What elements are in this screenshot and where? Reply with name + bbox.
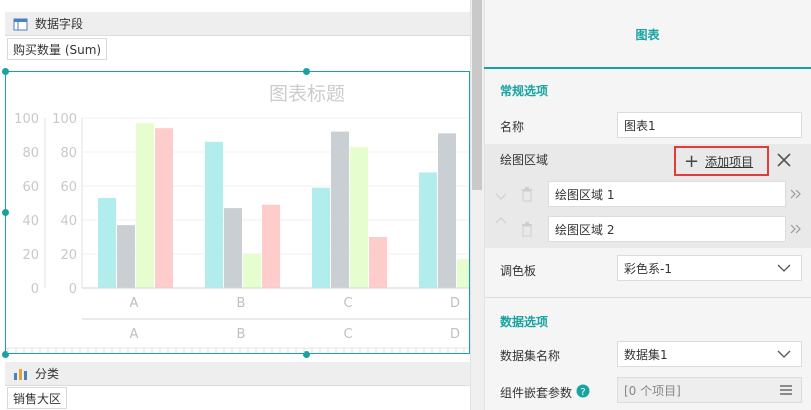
name-input[interactable]: 图表1 <box>617 112 802 138</box>
x-tick-label-top: C <box>343 296 352 311</box>
nested-params-value: [0 个项目] <box>624 383 681 398</box>
y-tick-label-outer: 60 <box>22 180 39 195</box>
bar-chart-icon <box>14 368 27 380</box>
bar <box>205 141 223 288</box>
nested-params-field[interactable]: [0 个项目] <box>617 377 802 403</box>
bar <box>117 225 135 288</box>
bar <box>419 172 437 288</box>
y-tick-label-inner: 100 <box>52 112 77 127</box>
name-label: 名称 <box>500 120 525 134</box>
bar <box>350 146 368 288</box>
bar <box>243 254 261 288</box>
plot-area-input-1[interactable]: 绘图区域 1 <box>548 181 786 207</box>
y-tick-label-outer: 80 <box>22 146 39 161</box>
plus-icon: + <box>684 150 700 172</box>
category-chip[interactable]: 销售大区 <box>7 387 68 409</box>
dataset-select[interactable]: 数据集1 <box>617 341 802 367</box>
x-tick-label-bottom: A <box>130 327 139 342</box>
bar <box>224 208 242 288</box>
palette-select[interactable]: 彩色系-1 <box>617 255 802 281</box>
section-divider <box>485 297 811 298</box>
y-tick-label-inner: 0 <box>69 282 77 297</box>
y-tick-label-outer: 40 <box>22 214 39 229</box>
svg-text:?: ? <box>580 387 585 398</box>
nested-params-label: 组件嵌套参数 <box>500 386 573 400</box>
bar-chart[interactable]: 图表标题 0 20 40 60 80 100 0 20 40 60 80 100 A B C D A B C D <box>6 72 469 353</box>
x-tick-label-bottom: D <box>450 327 460 342</box>
help-icon[interactable]: ? <box>576 384 590 398</box>
tab-chart[interactable]: 图表 <box>484 26 811 43</box>
chart-title[interactable]: 图表标题 <box>269 83 345 105</box>
bar <box>262 204 280 288</box>
dataset-value: 数据集1 <box>624 347 668 362</box>
trash-icon[interactable] <box>520 186 534 202</box>
plot-area-label: 绘图区域 <box>500 153 549 167</box>
palette-label: 调色板 <box>500 264 537 278</box>
close-icon[interactable] <box>776 152 792 168</box>
trash-icon[interactable] <box>520 221 534 237</box>
bar <box>331 131 349 288</box>
y-tick-label-inner: 20 <box>60 248 77 263</box>
plot-area-input-2[interactable]: 绘图区域 2 <box>548 216 786 242</box>
x-tick-label-top: A <box>130 296 139 311</box>
chevron-down-icon <box>777 350 791 358</box>
bar <box>136 123 154 288</box>
data-fields-label: 数据字段 <box>35 17 84 31</box>
data-section-title: 数据选项 <box>500 315 549 329</box>
add-item-button[interactable]: + 添加项目 <box>674 146 769 176</box>
y-tick-label-inner: 40 <box>60 214 77 229</box>
move-up-icon[interactable] <box>495 216 507 224</box>
y-tick-label-outer: 100 <box>14 112 39 127</box>
bar <box>438 133 456 288</box>
x-tick-label-top: D <box>450 296 460 311</box>
category-label: 分类 <box>35 367 60 381</box>
data-fields-header: 数据字段 <box>5 12 470 36</box>
list-menu-icon <box>780 385 792 395</box>
y-tick-label-inner: 60 <box>60 180 77 195</box>
x-tick-label-bottom: C <box>343 327 352 342</box>
general-section-title: 常规选项 <box>500 84 549 98</box>
data-table-icon <box>13 18 28 30</box>
category-header: 分类 <box>5 362 470 386</box>
bar <box>457 259 469 288</box>
move-down-icon[interactable] <box>495 193 507 201</box>
bar <box>98 197 116 288</box>
double-chevron-right-icon[interactable] <box>790 189 802 199</box>
add-item-label: 添加项目 <box>705 154 754 169</box>
scrollbar-thumb[interactable] <box>472 0 482 190</box>
x-tick-label-bottom: B <box>237 327 246 342</box>
bar <box>369 237 387 288</box>
bar <box>312 187 330 288</box>
y-tick-label-inner: 80 <box>60 146 77 161</box>
dataset-label: 数据集名称 <box>500 349 561 363</box>
chevron-down-icon <box>777 264 791 272</box>
bar <box>155 128 173 288</box>
palette-value: 彩色系-1 <box>624 261 672 276</box>
tab-active-indicator <box>484 67 811 69</box>
y-tick-label-outer: 0 <box>31 282 39 297</box>
double-chevron-right-icon[interactable] <box>790 224 802 234</box>
x-tick-label-top: B <box>237 296 246 311</box>
y-tick-label-outer: 20 <box>22 248 39 263</box>
data-field-chip[interactable]: 购买数量 (Sum) <box>7 38 108 60</box>
